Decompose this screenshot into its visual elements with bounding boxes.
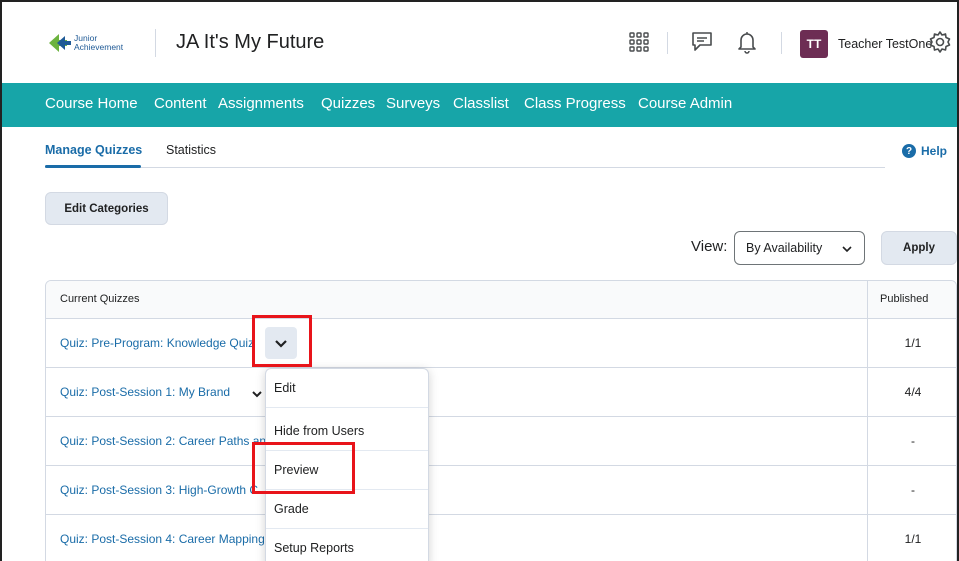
header-divider xyxy=(781,32,782,54)
header-divider xyxy=(667,32,668,54)
tab-divider-line xyxy=(45,167,885,168)
ja-logo-icon xyxy=(49,34,71,52)
view-label: View: xyxy=(691,238,728,255)
published-count: 4/4 xyxy=(904,385,922,399)
logo-text-line2: Achievement xyxy=(74,42,124,52)
browser-frame: Junior Achievement JA It's My Future TT … xyxy=(0,0,959,561)
logo-text: Junior Achievement xyxy=(74,34,123,52)
quiz-link[interactable]: Quiz: Post-Session 4: Career Mapping xyxy=(60,532,265,546)
user-avatar[interactable]: TT xyxy=(800,30,828,58)
course-selector-grid-icon[interactable] xyxy=(625,28,653,56)
menu-item-edit[interactable]: Edit xyxy=(266,369,428,408)
menu-item-grade[interactable]: Grade xyxy=(266,490,428,529)
message-alerts-icon[interactable] xyxy=(688,28,716,56)
published-count: - xyxy=(911,434,915,448)
top-header: Junior Achievement JA It's My Future TT … xyxy=(2,2,957,83)
tab-manage-quizzes[interactable]: Manage Quizzes xyxy=(45,143,142,157)
table-row: Quiz: Post-Session 1: My Brand 4/4 xyxy=(46,368,956,417)
nav-classlist[interactable]: Classlist xyxy=(453,95,509,112)
nav-surveys[interactable]: Surveys xyxy=(386,95,440,112)
edit-categories-button[interactable]: Edit Categories xyxy=(45,192,168,225)
settings-gear-icon[interactable] xyxy=(926,28,954,56)
nav-class-progress[interactable]: Class Progress xyxy=(524,95,626,112)
user-name[interactable]: Teacher TestOne xyxy=(838,37,932,51)
apply-button[interactable]: Apply xyxy=(881,231,957,265)
published-count: 1/1 xyxy=(904,336,922,350)
view-select[interactable]: By Availability xyxy=(734,231,865,265)
nav-quizzes[interactable]: Quizzes xyxy=(321,95,375,112)
table-row: Quiz: Post-Session 2: Career Paths and - xyxy=(46,417,956,466)
help-label: Help xyxy=(921,144,948,158)
table-row: Quiz: Pre-Program: Knowledge Quiz 1/1 xyxy=(46,319,956,368)
column-header-current-quizzes: Current Quizzes xyxy=(60,293,140,305)
help-icon: ? xyxy=(902,144,916,158)
nav-content[interactable]: Content xyxy=(154,95,207,112)
help-link[interactable]: ? Help xyxy=(902,144,947,158)
active-tab-indicator xyxy=(45,165,141,168)
tab-statistics[interactable]: Statistics xyxy=(166,143,216,157)
title-divider xyxy=(155,29,156,57)
published-count: 1/1 xyxy=(904,532,922,546)
course-navbar: Course Home Content Assignments Quizzes … xyxy=(2,83,957,127)
quizzes-table: Current Quizzes Published Quiz: Pre-Prog… xyxy=(45,280,957,561)
chevron-down-icon xyxy=(842,246,852,253)
column-header-published: Published xyxy=(880,293,929,305)
junior-achievement-logo[interactable]: Junior Achievement xyxy=(47,30,129,56)
highlight-box xyxy=(252,315,312,367)
quiz-link[interactable]: Quiz: Post-Session 2: Career Paths and xyxy=(60,434,273,448)
view-select-value: By Availability xyxy=(746,241,823,255)
highlight-box xyxy=(252,442,355,494)
quiz-link[interactable]: Quiz: Pre-Program: Knowledge Quiz xyxy=(60,336,254,350)
table-header: Current Quizzes Published xyxy=(46,281,956,319)
menu-item-setup-reports[interactable]: Setup Reports xyxy=(266,529,428,561)
nav-course-home[interactable]: Course Home xyxy=(45,95,138,112)
quiz-link[interactable]: Quiz: Post-Session 3: High-Growth C xyxy=(60,483,258,497)
notifications-bell-icon[interactable] xyxy=(733,28,761,56)
chevron-down-icon[interactable] xyxy=(250,387,264,401)
course-title[interactable]: JA It's My Future xyxy=(176,31,324,54)
published-count: - xyxy=(911,483,915,497)
nav-assignments[interactable]: Assignments xyxy=(218,95,304,112)
table-row: Quiz: Post-Session 4: Career Mapping 1/1 xyxy=(46,515,956,561)
table-row: Quiz: Post-Session 3: High-Growth C - xyxy=(46,466,956,515)
nav-course-admin[interactable]: Course Admin xyxy=(638,95,732,112)
quiz-link[interactable]: Quiz: Post-Session 1: My Brand xyxy=(60,385,230,399)
